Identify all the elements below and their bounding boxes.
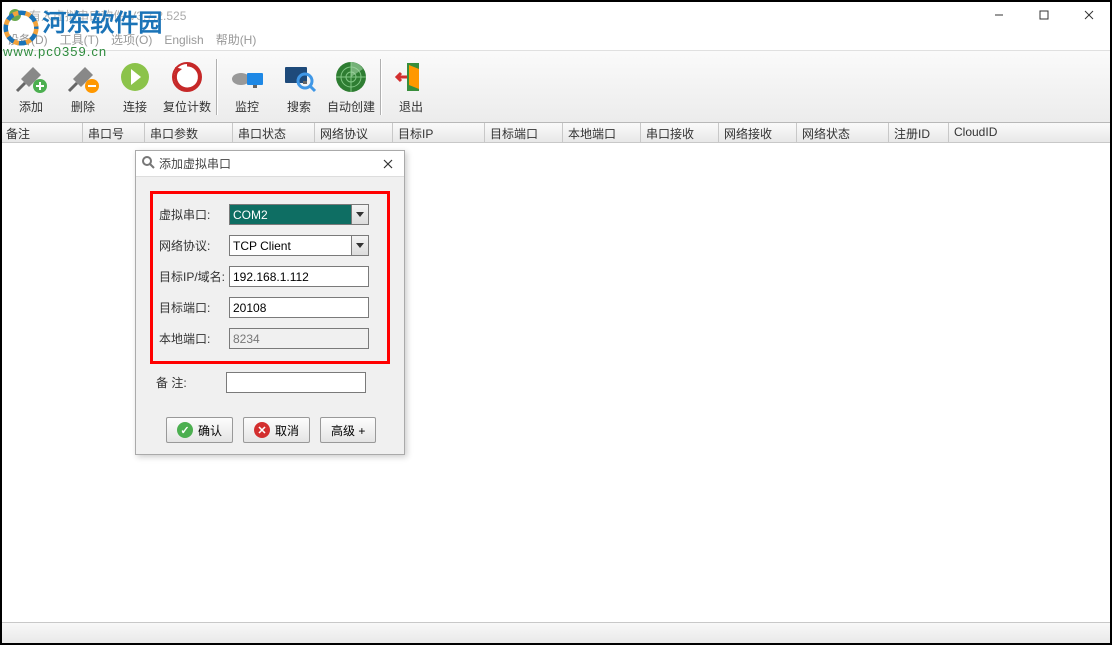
col-lport[interactable]: 本地端口 [563, 123, 641, 142]
delete-button[interactable]: 删除 [57, 54, 109, 120]
tport-label: 目标端口: [157, 299, 229, 316]
ok-label: 确认 [198, 422, 222, 439]
add-port-icon [12, 58, 50, 96]
connect-label: 连接 [123, 98, 147, 115]
close-button[interactable] [1066, 1, 1111, 29]
add-label: 添加 [19, 98, 43, 115]
note-label: 备 注: [154, 374, 226, 391]
connect-icon [116, 58, 154, 96]
ip-field[interactable] [229, 266, 369, 287]
app-icon [7, 7, 23, 23]
titlebar: 有人虚拟串口软件 V3.7.2.525 [1, 1, 1111, 29]
ok-button[interactable]: ✓ 确认 [166, 417, 233, 443]
cross-icon: ✕ [254, 422, 270, 438]
col-proto[interactable]: 网络协议 [315, 123, 393, 142]
col-port[interactable]: 串口号 [83, 123, 145, 142]
advanced-label: 高级 + [331, 422, 365, 439]
col-netstatus[interactable]: 网络状态 [797, 123, 889, 142]
menubar: 设备(D) 工具(T) 选项(O) English 帮助(H) [1, 29, 1111, 51]
window-title: 有人虚拟串口软件 V3.7.2.525 [29, 7, 976, 24]
proto-label: 网络协议: [157, 237, 229, 254]
note-field[interactable] [226, 372, 366, 393]
chevron-down-icon [351, 236, 368, 255]
toolbar-separator [380, 59, 382, 115]
minimize-button[interactable] [976, 1, 1021, 29]
dialog-title: 添加虚拟串口 [159, 155, 231, 172]
monitor-label: 监控 [235, 98, 259, 115]
exit-button[interactable]: 退出 [385, 54, 437, 120]
dialog-titlebar: 添加虚拟串口 [136, 151, 404, 177]
column-headers: 备注 串口号 串口参数 串口状态 网络协议 目标IP 目标端口 本地端口 串口接… [1, 123, 1111, 143]
search-button[interactable]: 搜索 [273, 54, 325, 120]
autocreate-label: 自动创建 [327, 98, 375, 115]
highlight-box: 虚拟串口: COM2 网络协议: TCP Client 目标IP/域名: 目标端… [150, 191, 390, 364]
exit-label: 退出 [399, 98, 423, 115]
cancel-button[interactable]: ✕ 取消 [243, 417, 310, 443]
toolbar-separator [216, 59, 218, 115]
add-button[interactable]: 添加 [5, 54, 57, 120]
tport-field[interactable] [229, 297, 369, 318]
col-netrx[interactable]: 网络接收 [719, 123, 797, 142]
vcom-value: COM2 [233, 208, 268, 222]
col-regid[interactable]: 注册ID [889, 123, 949, 142]
vcom-select[interactable]: COM2 [229, 204, 369, 225]
maximize-button[interactable] [1021, 1, 1066, 29]
monitor-icon [228, 58, 266, 96]
delete-port-icon [64, 58, 102, 96]
menu-device[interactable]: 设备(D) [7, 31, 48, 48]
search-icon [280, 58, 318, 96]
lport-field [229, 328, 369, 349]
col-params[interactable]: 串口参数 [145, 123, 233, 142]
chevron-down-icon [351, 205, 368, 224]
col-status[interactable]: 串口状态 [233, 123, 315, 142]
autocreate-button[interactable]: 自动创建 [325, 54, 377, 120]
advanced-button[interactable]: 高级 + [320, 417, 376, 443]
col-note[interactable]: 备注 [1, 123, 83, 142]
proto-select[interactable]: TCP Client [229, 235, 369, 256]
cancel-label: 取消 [275, 422, 299, 439]
menu-help[interactable]: 帮助(H) [216, 31, 257, 48]
col-ip[interactable]: 目标IP [393, 123, 485, 142]
proto-value: TCP Client [233, 239, 291, 253]
lport-label: 本地端口: [157, 330, 229, 347]
reset-label: 复位计数 [163, 98, 211, 115]
menu-tools[interactable]: 工具(T) [60, 31, 99, 48]
exit-icon [392, 58, 430, 96]
col-tport[interactable]: 目标端口 [485, 123, 563, 142]
ip-label: 目标IP/域名: [157, 268, 229, 285]
col-cloudid[interactable]: CloudID [949, 123, 1111, 142]
reset-icon [168, 58, 206, 96]
vcom-label: 虚拟串口: [157, 206, 229, 223]
reset-button[interactable]: 复位计数 [161, 54, 213, 120]
menu-options[interactable]: 选项(O) [111, 31, 152, 48]
connect-button[interactable]: 连接 [109, 54, 161, 120]
add-port-dialog: 添加虚拟串口 虚拟串口: COM2 网络协议: TCP Client [135, 150, 405, 455]
delete-label: 删除 [71, 98, 95, 115]
search-label: 搜索 [287, 98, 311, 115]
radar-icon [332, 58, 370, 96]
col-serialrx[interactable]: 串口接收 [641, 123, 719, 142]
check-icon: ✓ [177, 422, 193, 438]
toolbar: 添加 删除 连接 复位计数 监控 [1, 51, 1111, 123]
dialog-close-button[interactable] [372, 151, 404, 177]
menu-english[interactable]: English [164, 33, 203, 47]
monitor-button[interactable]: 监控 [221, 54, 273, 120]
statusbar [1, 622, 1111, 644]
magnifier-icon [141, 155, 155, 172]
